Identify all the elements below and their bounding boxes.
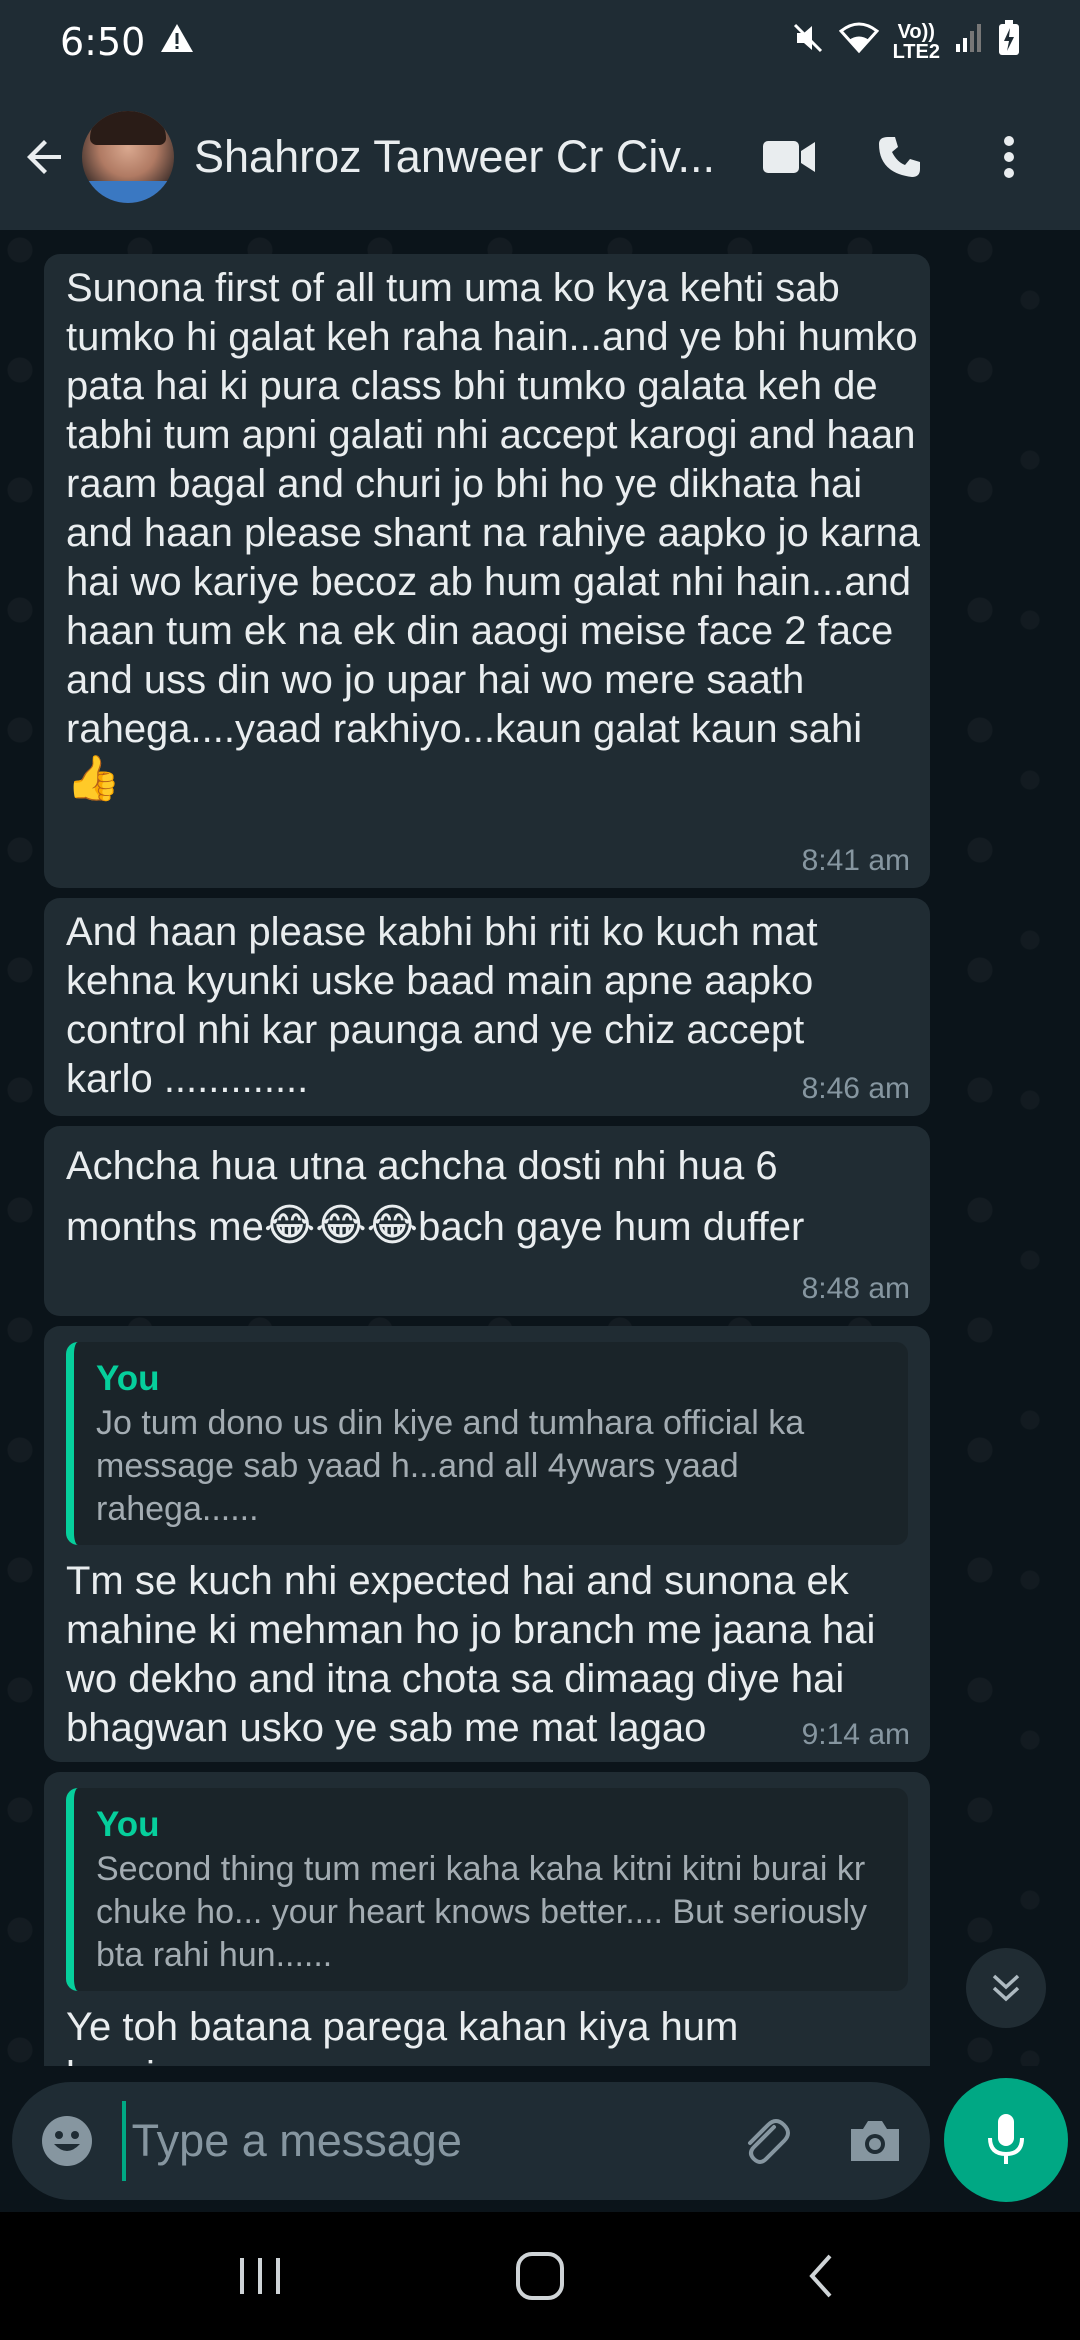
message-time: 8:46 am (801, 1072, 910, 1105)
message-composer (12, 2082, 930, 2200)
message-text: Sunona first of all tum uma ko kya kehti… (66, 266, 920, 804)
contact-name[interactable]: Shahroz Tanweer Cr Civ... (194, 131, 734, 183)
system-nav-bar (0, 2212, 1080, 2340)
status-time: 6:50 (60, 20, 146, 64)
chat-area[interactable]: Sunona first of all tum uma ko kya kehti… (0, 230, 1080, 2070)
recent-apps-icon[interactable] (200, 2226, 320, 2326)
double-chevron-down-icon (992, 1974, 1020, 2002)
mic-icon (988, 2114, 1024, 2164)
emoji-icon[interactable] (12, 2114, 122, 2168)
camera-icon[interactable] (820, 2117, 930, 2165)
message-time: 8:48 am (801, 1272, 910, 1305)
nav-back-icon[interactable] (760, 2226, 880, 2326)
message-bubble[interactable]: Sunona first of all tum uma ko kya kehti… (44, 254, 930, 888)
back-arrow-icon[interactable] (4, 107, 86, 207)
message-time: 9:14 am (801, 1718, 910, 1751)
phone-icon[interactable] (844, 107, 954, 207)
warning-icon (159, 22, 195, 63)
message-text: Tm se kuch nhi expected hai and sunona e… (66, 1559, 876, 1750)
message-text: And haan please kabhi bhi riti ko kuch m… (66, 910, 818, 1101)
quote-author: You (96, 1359, 160, 1398)
laughing-emoji: 😂😂😂 (263, 1200, 419, 1251)
message-bubble[interactable]: And haan please kabhi bhi riti ko kuch m… (44, 898, 930, 1116)
message-text: Achcha hua utna achcha dosti nhi hua 6 m… (66, 1144, 805, 1251)
video-call-icon[interactable] (734, 107, 844, 207)
message-input[interactable] (121, 2101, 711, 2181)
more-vert-icon[interactable] (954, 107, 1064, 207)
mute-icon (791, 21, 825, 63)
chat-bottom-edge (0, 2066, 1080, 2070)
message-bubble[interactable]: You Jo tum dono us din kiye and tumhara … (44, 1326, 930, 1762)
message-time: 8:41 am (801, 844, 910, 877)
message-text: Ye toh batana parega kahan kiya hum bura… (66, 2005, 739, 2070)
attach-icon[interactable] (711, 2113, 821, 2169)
network-label: Vo)) LTE2 (892, 21, 940, 63)
mic-button[interactable] (944, 2078, 1068, 2202)
status-icons: Vo)) LTE2 (791, 20, 1020, 64)
signal-icon (954, 22, 984, 62)
battery-icon (998, 20, 1020, 64)
avatar[interactable] (82, 111, 174, 203)
quoted-message[interactable]: You Second thing tum meri kaha kaha kitn… (66, 1788, 908, 1991)
message-bubble[interactable]: You Second thing tum meri kaha kaha kitn… (44, 1772, 930, 2070)
scroll-down-button[interactable] (966, 1948, 1046, 2028)
chat-header: Shahroz Tanweer Cr Civ... (0, 84, 1080, 230)
wifi-icon (838, 21, 879, 63)
thumbs-up-emoji: 👍 (66, 753, 121, 804)
home-icon[interactable] (480, 2226, 600, 2326)
quote-text: Jo tum dono us din kiye and tumhara offi… (96, 1404, 805, 1528)
message-bubble[interactable]: Achcha hua utna achcha dosti nhi hua 6 m… (44, 1126, 930, 1316)
quoted-message[interactable]: You Jo tum dono us din kiye and tumhara … (66, 1342, 908, 1545)
status-bar: 6:50 Vo)) LTE2 (0, 0, 1080, 84)
quote-author: You (96, 1805, 160, 1844)
quote-text: Second thing tum meri kaha kaha kitni ki… (96, 1850, 868, 1974)
